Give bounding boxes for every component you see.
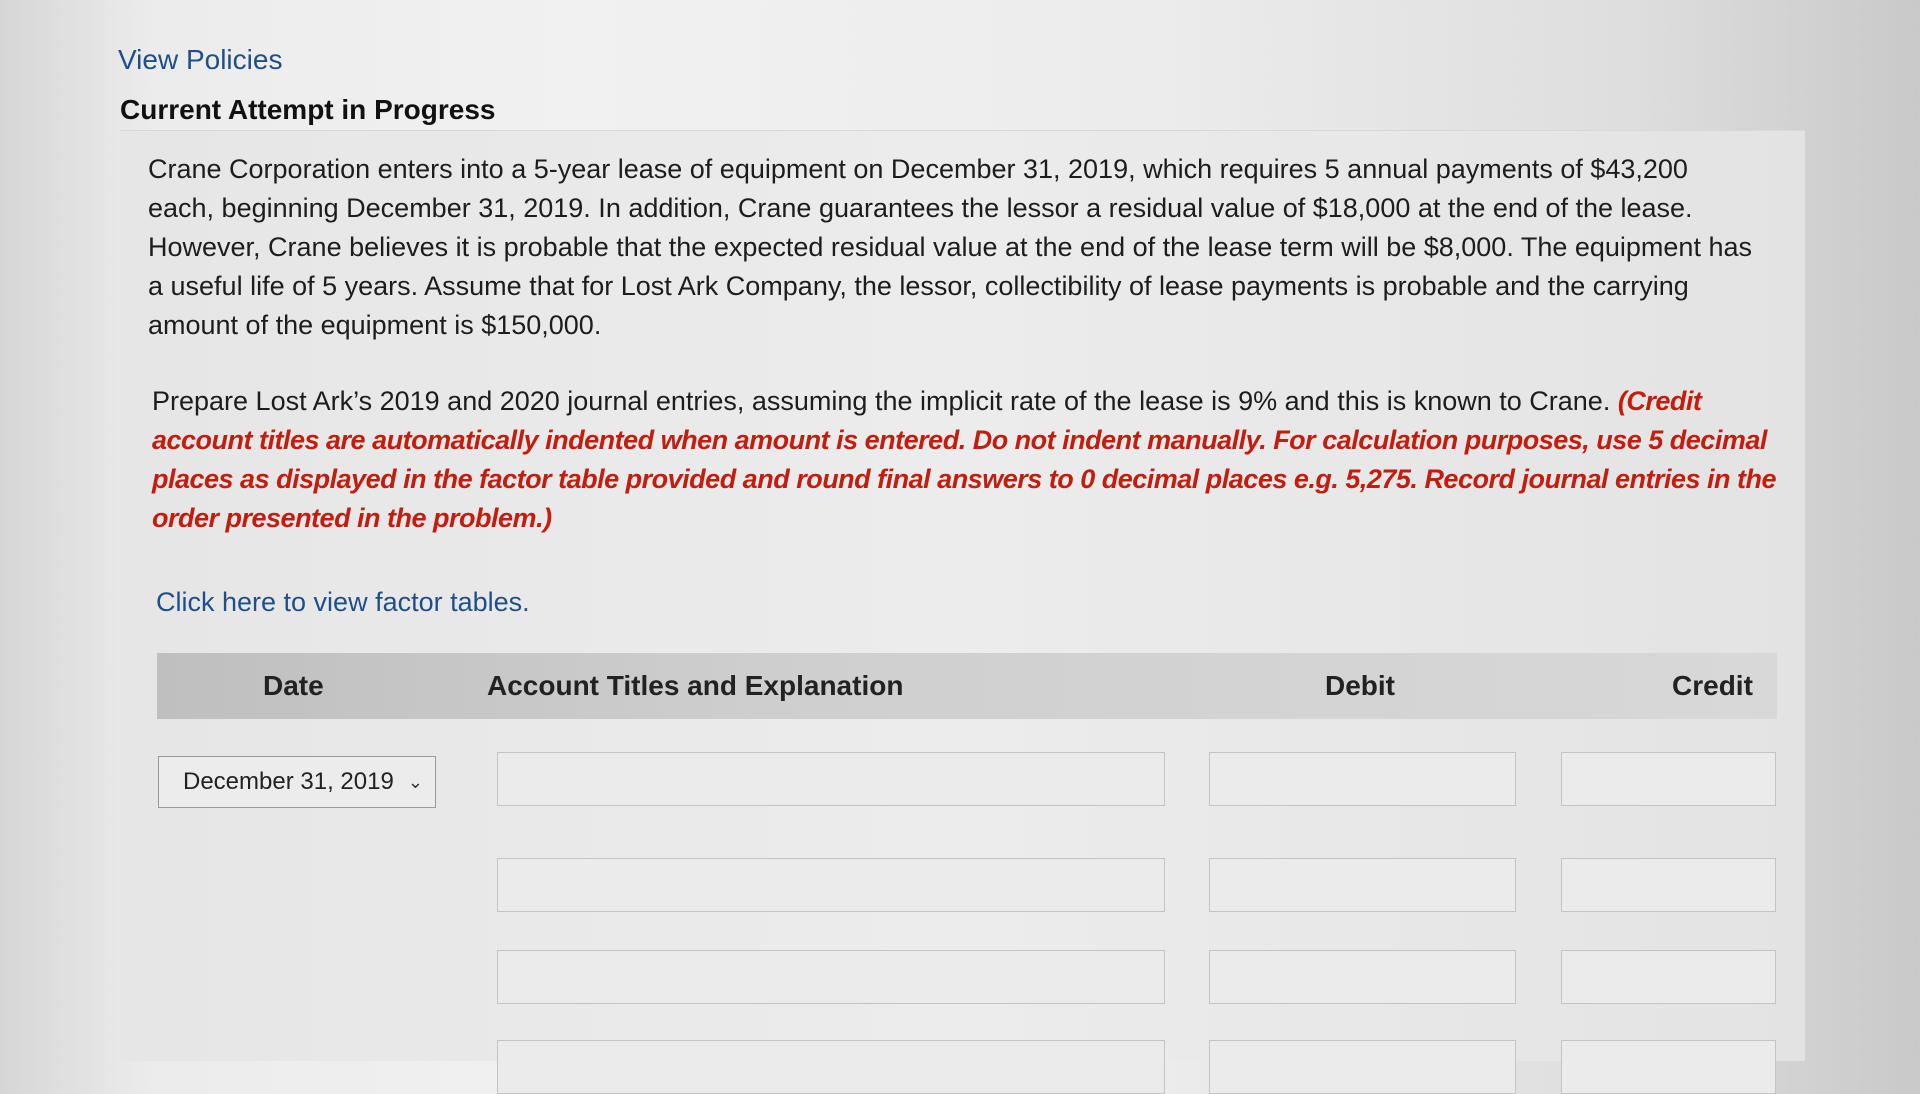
header-date: Date xyxy=(263,670,324,701)
header-debit: Debit xyxy=(1325,670,1395,701)
header-account-titles: Account Titles and Explanation xyxy=(487,670,904,701)
credit-input-row-2[interactable] xyxy=(1561,858,1776,912)
question-text: Crane Corporation enters into a 5-year l… xyxy=(148,154,1752,340)
journal-table-header: Date Account Titles and Explanation Debi… xyxy=(157,653,1777,719)
instructions: Prepare Lost Ark’s 2019 and 2020 journal… xyxy=(152,382,1792,538)
account-input-row-4[interactable] xyxy=(497,1040,1165,1094)
debit-input-row-1[interactable] xyxy=(1209,752,1516,806)
view-policies-link[interactable]: View Policies xyxy=(118,44,282,76)
credit-input-row-4[interactable] xyxy=(1561,1040,1776,1094)
debit-input-row-3[interactable] xyxy=(1209,950,1516,1004)
date-select[interactable]: December 31, 2019 ⌄ xyxy=(158,756,436,808)
account-input-row-2[interactable] xyxy=(497,858,1165,912)
credit-input-row-3[interactable] xyxy=(1561,950,1776,1004)
chevron-down-icon: ⌄ xyxy=(407,772,423,792)
instruction-main: Prepare Lost Ark’s 2019 and 2020 journal… xyxy=(152,386,1618,416)
factor-tables-link[interactable]: Click here to view factor tables. xyxy=(156,587,530,618)
header-credit: Credit xyxy=(1672,670,1753,701)
credit-input-row-1[interactable] xyxy=(1561,752,1776,806)
debit-input-row-4[interactable] xyxy=(1209,1040,1516,1094)
account-input-row-3[interactable] xyxy=(497,950,1165,1004)
date-select-value: December 31, 2019 xyxy=(183,768,394,795)
page: View Policies Current Attempt in Progres… xyxy=(0,0,1920,1094)
debit-input-row-2[interactable] xyxy=(1209,858,1516,912)
attempt-title: Current Attempt in Progress xyxy=(120,94,496,125)
account-input-row-1[interactable] xyxy=(497,752,1165,806)
